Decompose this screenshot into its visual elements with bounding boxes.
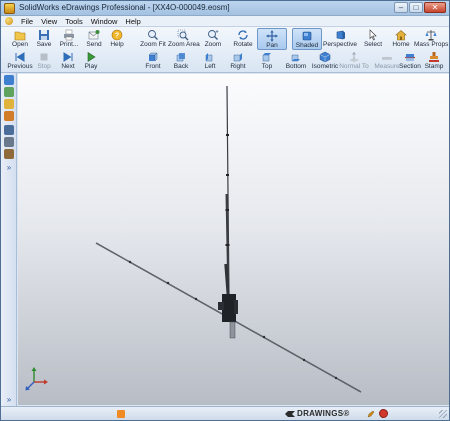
bottom-view-button[interactable]: Bottom: [281, 50, 311, 72]
home-button[interactable]: Home: [386, 28, 416, 50]
layers-icon[interactable]: [4, 137, 14, 147]
bottom-view-icon: [291, 54, 300, 62]
isometric-view-button[interactable]: Isometric: [310, 50, 340, 72]
expand-icon[interactable]: »: [4, 163, 14, 173]
markup-pen-icon[interactable]: [367, 410, 375, 418]
status-bar: DRAWINGS®: [1, 406, 449, 420]
window-title: SolidWorks eDrawings Professional - [XX4…: [19, 3, 230, 12]
right-view-button[interactable]: Right: [223, 50, 253, 72]
front-view-button[interactable]: Front: [138, 50, 168, 72]
top-view-icon: [262, 53, 271, 62]
home-icon: [395, 30, 407, 41]
play-button[interactable]: Play: [76, 50, 106, 72]
printer-icon: [64, 29, 74, 41]
rotate-icon: [238, 30, 248, 40]
left-view-icon: [205, 53, 213, 62]
front-view-icon: [148, 52, 158, 62]
play-icon: [87, 51, 96, 63]
measure-icon: [382, 57, 392, 60]
back-view-button[interactable]: Back: [166, 50, 196, 72]
isometric-view-icon: [319, 51, 331, 63]
edrawings-app-icon: [4, 3, 15, 14]
svg-text:?: ?: [115, 33, 119, 40]
perspective-icon: [336, 30, 345, 40]
select-button[interactable]: Select: [358, 28, 388, 50]
normal-to-icon: [349, 51, 359, 62]
zoom-area-icon: [177, 29, 189, 41]
configurations-icon[interactable]: [4, 87, 14, 97]
mass-props-icon: [425, 30, 437, 41]
folder-open-icon: [14, 31, 26, 41]
help-icon: ?: [111, 29, 123, 41]
close-button[interactable]: ✕: [424, 2, 446, 13]
main-toolbar: Open Save Print... Send ? Help Zoom Fit …: [1, 27, 449, 73]
normal-to-button[interactable]: Normal To: [339, 50, 369, 72]
back-view-icon: [176, 53, 185, 62]
stamp-icon: [429, 52, 439, 62]
components-icon[interactable]: [4, 75, 14, 85]
menu-help[interactable]: Help: [125, 17, 140, 26]
edrawings-brand: DRAWINGS®: [297, 409, 350, 418]
mount-pipe: [229, 321, 236, 339]
stamp-button[interactable]: Stamp: [419, 50, 449, 72]
clamp-bolt-right: [234, 300, 238, 314]
send-mail-icon: [88, 30, 100, 40]
zoom-button[interactable]: Zoom: [198, 28, 228, 50]
menu-app-icon[interactable]: [5, 17, 13, 25]
markup-icon[interactable]: [4, 99, 14, 109]
menu-tools[interactable]: Tools: [65, 17, 83, 26]
stop-icon: [40, 53, 48, 61]
measure-side-icon[interactable]: [4, 149, 14, 159]
select-arrow-icon: [369, 29, 377, 41]
status-stop-icon[interactable]: [379, 409, 388, 418]
minimize-button[interactable]: –: [394, 2, 408, 13]
right-view-icon: [233, 53, 242, 62]
rotate-button[interactable]: Rotate: [228, 28, 258, 50]
next-icon: [63, 52, 73, 62]
zoom-fit-icon: [148, 30, 158, 40]
help-button[interactable]: ? Help: [102, 28, 132, 50]
collapse-icon[interactable]: »: [4, 395, 14, 405]
maximize-button[interactable]: □: [409, 2, 423, 13]
title-bar[interactable]: SolidWorks eDrawings Professional - [XX4…: [1, 1, 449, 16]
resize-grip[interactable]: [439, 410, 447, 418]
pencil-icon[interactable]: [4, 111, 14, 121]
zoom-fit-button[interactable]: Zoom Fit: [138, 28, 168, 50]
3d-viewport[interactable]: [18, 74, 449, 405]
sheets-icon[interactable]: [4, 125, 14, 135]
section-icon: [405, 54, 415, 61]
left-view-button[interactable]: Left: [195, 50, 225, 72]
menu-file[interactable]: File: [21, 17, 33, 26]
menu-bar: File View Tools Window Help: [1, 16, 449, 27]
perspective-button[interactable]: Perspective: [323, 28, 357, 50]
mass-props-button[interactable]: Mass Props: [414, 28, 448, 50]
pan-button[interactable]: Pan: [257, 28, 287, 50]
save-disk-icon: [39, 30, 49, 40]
menu-view[interactable]: View: [41, 17, 57, 26]
previous-icon: [15, 52, 25, 62]
app-window: SolidWorks eDrawings Professional - [XX4…: [0, 0, 450, 421]
clamp-bolt-left: [218, 302, 224, 310]
shaded-button[interactable]: Shaded: [292, 28, 322, 50]
sw-logo-icon: [285, 411, 295, 417]
base-clamp: [222, 294, 236, 322]
zoom-area-button[interactable]: Zoom Area: [168, 28, 200, 50]
antenna-model[interactable]: [18, 74, 449, 405]
top-view-button[interactable]: Top: [252, 50, 282, 72]
zoom-icon: [208, 30, 219, 40]
pan-icon: [266, 30, 278, 42]
side-toolbar: » »: [1, 73, 17, 406]
menu-window[interactable]: Window: [91, 17, 118, 26]
rss-icon[interactable]: [117, 410, 125, 418]
shaded-icon: [302, 31, 312, 41]
axis-triad: [25, 367, 48, 391]
